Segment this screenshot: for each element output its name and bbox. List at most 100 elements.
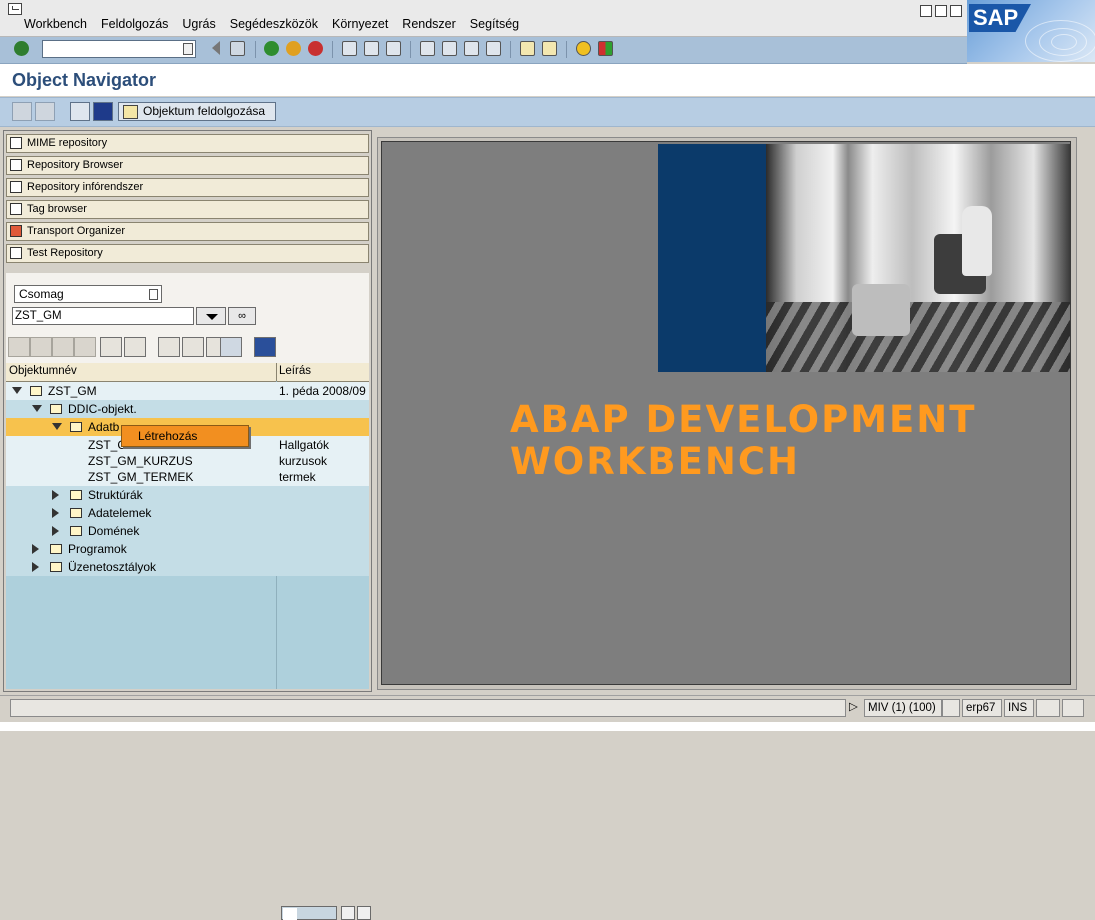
display-glasses-button[interactable]: ∞: [228, 307, 256, 325]
collapse-node-icon[interactable]: [52, 423, 62, 430]
nav-repository-browser[interactable]: Repository Browser: [6, 156, 369, 175]
hierarchy-up-icon[interactable]: [158, 337, 180, 357]
folder-icon: [50, 404, 62, 414]
nav-tag-browser[interactable]: Tag browser: [6, 200, 369, 219]
dropdown-icon[interactable]: [149, 289, 158, 300]
nav-repository-info-system[interactable]: Repository infórendszer: [6, 178, 369, 197]
hierarchy-icon[interactable]: [70, 102, 90, 121]
cancel-icon[interactable]: [308, 41, 323, 56]
tree-node-label: Adatelemek: [88, 506, 152, 520]
select-icon[interactable]: [182, 337, 204, 357]
expand-node-icon[interactable]: [52, 508, 59, 518]
banner-blue-bar: [658, 144, 766, 372]
menu-workbench[interactable]: Workbench: [24, 17, 87, 31]
last-page-icon[interactable]: [486, 41, 501, 56]
print-icon[interactable]: [342, 41, 357, 56]
context-menu-create[interactable]: Létrehozás: [138, 429, 197, 443]
exit-icon[interactable]: [286, 41, 301, 56]
tree-row[interactable]: ZST_GM_TERMEK termek: [6, 468, 369, 486]
close-icon[interactable]: [950, 5, 962, 17]
expand-node-icon[interactable]: [32, 544, 39, 554]
layout-icon[interactable]: [598, 41, 613, 56]
scroll-left-icon[interactable]: [341, 906, 355, 920]
edit-object-button[interactable]: Objektum feldolgozása: [118, 102, 276, 121]
forward-object-icon[interactable]: [52, 337, 74, 357]
menu-segedeszkozok[interactable]: Segédeszközök: [230, 17, 318, 31]
create-session-icon[interactable]: [520, 41, 535, 56]
resize-grip-icon[interactable]: [1062, 699, 1084, 717]
mime-icon: [10, 137, 22, 149]
sap-logo-mark: SAP: [969, 4, 1031, 32]
nav-label: MIME repository: [27, 137, 108, 149]
scroll-right-icon[interactable]: [357, 906, 371, 920]
refresh-icon[interactable]: [220, 337, 242, 357]
menu-segitseg[interactable]: Segítség: [470, 17, 519, 31]
shortcut-icon[interactable]: [542, 41, 557, 56]
back-list-icon[interactable]: [30, 337, 52, 357]
previous-page-icon[interactable]: [442, 41, 457, 56]
expand-node-icon[interactable]: [32, 562, 39, 572]
status-mode[interactable]: INS: [1004, 699, 1034, 717]
command-history-icon[interactable]: [183, 43, 193, 55]
next-page-icon[interactable]: [464, 41, 479, 56]
object-name-value: ZST_GM: [15, 310, 62, 322]
help-icon[interactable]: [576, 41, 591, 56]
menu-rendszer[interactable]: Rendszer: [402, 17, 456, 31]
column-header-description: Leírás: [279, 365, 311, 377]
info-icon[interactable]: [93, 102, 113, 121]
tree-row[interactable]: Üzenetosztályok: [6, 558, 369, 576]
menu-feldolgozas[interactable]: Feldolgozás: [101, 17, 168, 31]
menu-kornyezet[interactable]: Környezet: [332, 17, 388, 31]
edit-object-icon: [123, 105, 138, 119]
close-tree-icon[interactable]: [254, 337, 276, 357]
expand-node-icon[interactable]: [52, 526, 59, 536]
find-icon[interactable]: [364, 41, 379, 56]
banner-title-line1: ABAP DEVELOPMENT: [510, 398, 977, 441]
tree-row[interactable]: DDIC-objekt.: [6, 400, 369, 418]
first-page-icon[interactable]: [420, 41, 435, 56]
system-menu-icon[interactable]: [8, 3, 22, 15]
collapse-node-icon[interactable]: [32, 405, 42, 412]
expand-node-icon[interactable]: [52, 490, 59, 500]
nav-mime-repository[interactable]: MIME repository: [6, 134, 369, 153]
tree-row[interactable]: Domének: [6, 522, 369, 540]
scroll-thumb[interactable]: [283, 908, 297, 920]
object-type-value: Csomag: [19, 287, 64, 301]
banner-title-line2: WORKBENCH: [510, 440, 800, 483]
object-name-input[interactable]: ZST_GM: [12, 307, 194, 325]
back-icon[interactable]: [264, 41, 279, 56]
save-icon[interactable]: [230, 41, 245, 56]
status-expand-icon[interactable]: ▷: [846, 699, 860, 717]
scroll-track[interactable]: [281, 906, 337, 920]
horizontal-scrollbar[interactable]: [281, 906, 371, 920]
previous-object-icon[interactable]: [12, 102, 32, 121]
command-field[interactable]: [42, 40, 196, 58]
nav-transport-organizer[interactable]: Transport Organizer: [6, 222, 369, 241]
find-next-icon[interactable]: [386, 41, 401, 56]
menu-ugras[interactable]: Ugrás: [182, 17, 215, 31]
folder-icon: [30, 386, 42, 396]
tree-node-label: ZST_GM: [48, 384, 97, 398]
history-dropdown-button[interactable]: [196, 307, 226, 325]
nav-label: Repository infórendszer: [27, 181, 144, 193]
next-object-icon[interactable]: [35, 102, 55, 121]
minimize-icon[interactable]: [920, 5, 932, 17]
collapse-all-icon[interactable]: [124, 337, 146, 357]
tree-row[interactable]: Programok: [6, 540, 369, 558]
collapse-node-icon[interactable]: [12, 387, 22, 394]
tree-node-label: Programok: [68, 542, 127, 556]
enter-check-icon[interactable]: [14, 41, 29, 56]
tree-row[interactable]: ZST_GM 1. péda 2008/09: [6, 382, 369, 400]
page-title: Object Navigator: [12, 70, 157, 90]
tree-row[interactable]: Struktúrák: [6, 486, 369, 504]
maximize-icon[interactable]: [935, 5, 947, 17]
forward-list-icon[interactable]: [74, 337, 96, 357]
nav-test-repository[interactable]: Test Repository: [6, 244, 369, 263]
status-list-icon[interactable]: [942, 699, 960, 717]
expand-all-icon[interactable]: [100, 337, 122, 357]
collapse-command-icon[interactable]: [210, 41, 220, 55]
object-type-select[interactable]: Csomag: [14, 285, 162, 303]
back-object-icon[interactable]: [8, 337, 30, 357]
tree-row[interactable]: Adatelemek: [6, 504, 369, 522]
standard-toolbar: [0, 37, 967, 64]
